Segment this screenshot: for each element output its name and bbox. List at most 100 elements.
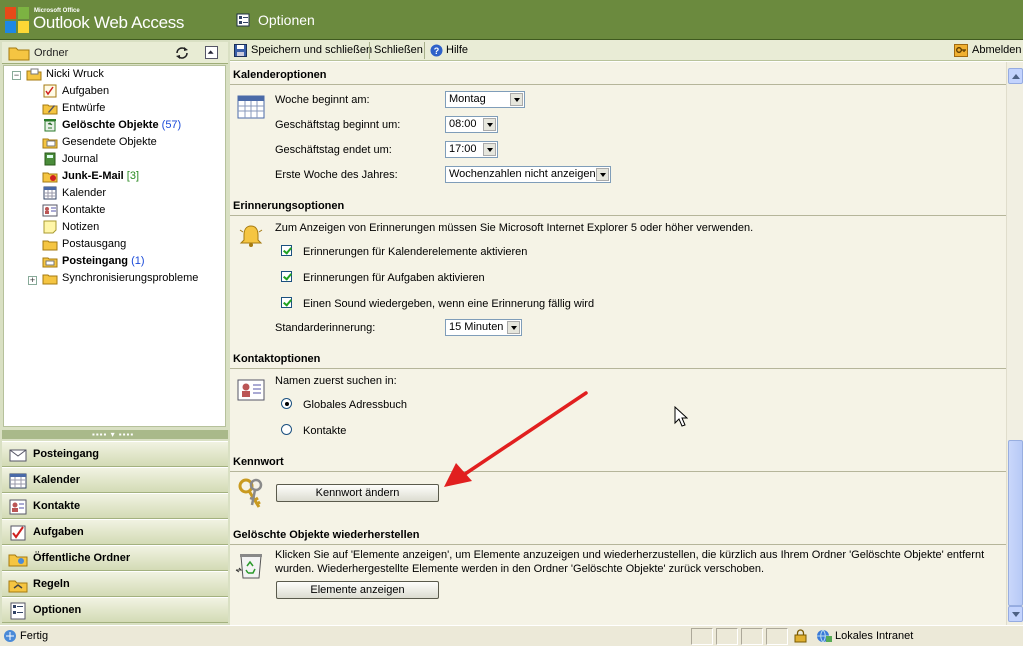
close-button[interactable]: Schließen (374, 42, 423, 59)
pane-splitter[interactable]: ▪▪▪▪ ▾ ▪▪▪▪ (2, 430, 228, 439)
collapse-tree-icon[interactable]: − (12, 71, 21, 80)
toolbar-divider (424, 42, 425, 59)
play-sound-checkbox[interactable] (281, 297, 292, 308)
day-end-value: 17:00 (449, 143, 477, 155)
outbox-icon (42, 240, 58, 251)
unread-count: (1) (131, 255, 145, 267)
folder-icon (8, 47, 30, 61)
play-sound-label: Einen Sound wiedergeben, wenn eine Erinn… (303, 298, 595, 310)
day-end-select[interactable]: 17:00 (445, 141, 498, 158)
recover-text-2: wurden. Wiederhergestellte Elemente werd… (275, 563, 765, 575)
nav-oeffentliche-ordner[interactable]: Öffentliche Ordner (2, 545, 228, 571)
default-reminder-select[interactable]: 15 Minuten (445, 319, 522, 336)
unread-count: [3] (126, 170, 140, 182)
nav-label: Posteingang (33, 448, 100, 460)
chevron-down-icon (483, 143, 496, 156)
first-week-value: Wochenzahlen nicht anzeigen (449, 168, 596, 180)
task-reminders-label: Erinnerungen für Aufgaben aktivieren (303, 272, 485, 284)
chevron-down-icon (596, 168, 609, 181)
content-scrollbar[interactable] (1006, 62, 1023, 625)
expand-tree-icon[interactable]: + (28, 276, 37, 285)
calendar-icon (43, 186, 57, 200)
folder-label: Posteingang (62, 255, 129, 267)
folder-label: Synchronisierungsprobleme (62, 272, 199, 284)
contact-card-icon (237, 379, 265, 401)
options-content: Kalenderoptionen Woche beginnt am: Monta… (230, 62, 1006, 625)
day-start-select[interactable]: 08:00 (445, 116, 498, 133)
app-header: Microsoft Office Outlook Web Access Opti… (0, 0, 1023, 40)
folder-label: Aufgaben (62, 85, 110, 97)
section-divider (230, 368, 1006, 369)
page-title: Optionen (258, 12, 315, 28)
nav-label: Kalender (33, 474, 81, 486)
nav-label: Kontakte (33, 500, 81, 512)
collapse-pane-icon[interactable] (205, 46, 218, 59)
nav-label: Öffentliche Ordner (33, 552, 131, 564)
first-week-select[interactable]: Wochenzahlen nicht anzeigen (445, 166, 611, 183)
folder-label: Gelöschte Objekte (62, 119, 159, 131)
week-start-value: Montag (449, 93, 486, 105)
security-zone-text: Lokales Intranet (835, 630, 914, 642)
mailbox-icon (26, 68, 42, 81)
status-cell (691, 628, 713, 645)
section-title-contacts: Kontaktoptionen (233, 353, 321, 365)
change-password-label: Kennwort ändern (315, 487, 400, 499)
inbox-icon (9, 449, 27, 462)
contacts-radio[interactable] (281, 424, 292, 435)
day-end-label: Geschäftstag endet um: (275, 144, 392, 156)
lock-icon (794, 629, 807, 643)
week-start-label: Woche beginnt am: (275, 94, 370, 106)
tasks-icon (10, 525, 26, 541)
show-items-label: Elemente anzeigen (310, 584, 405, 596)
reminders-note: Zum Anzeigen von Erinnerungen müssen Sie… (275, 222, 754, 234)
help-icon: ? (430, 44, 443, 57)
scroll-down-icon[interactable] (1008, 606, 1023, 622)
save-icon (234, 44, 247, 57)
folder-label: Kontakte (62, 204, 106, 216)
notes-icon (43, 220, 57, 234)
options-icon (10, 602, 26, 620)
folder-pane-title: Ordner (34, 47, 69, 59)
nav-aufgaben[interactable]: Aufgaben (2, 519, 228, 545)
bell-icon (239, 225, 263, 247)
task-reminders-checkbox[interactable] (281, 271, 292, 282)
scroll-up-icon[interactable] (1008, 68, 1023, 84)
section-title-password: Kennwort (233, 456, 284, 468)
scroll-thumb[interactable] (1008, 440, 1023, 606)
section-divider (230, 544, 1006, 545)
folder-tree: − Nicki Wruck Aufgaben Entwürfe Gelöscht… (3, 65, 226, 427)
show-items-button[interactable]: Elemente anzeigen (276, 581, 439, 599)
nav-kontakte[interactable]: Kontakte (2, 493, 228, 519)
help-label: Hilfe (446, 44, 469, 56)
toolbar-divider (369, 42, 370, 59)
gal-radio[interactable] (281, 398, 292, 409)
folder-label: Kalender (62, 187, 107, 199)
nav-regeln[interactable]: Regeln (2, 571, 228, 597)
default-reminder-value: 15 Minuten (449, 321, 504, 333)
tasks-icon (43, 84, 57, 98)
calendar-reminders-checkbox[interactable] (281, 245, 292, 256)
splitter-grip-icon: ▪▪▪▪ ▾ ▪▪▪▪ (92, 430, 135, 439)
status-bar: Fertig Lokales Intranet (0, 625, 1023, 646)
options-icon (236, 13, 250, 27)
inbox-icon (42, 257, 58, 268)
save-and-close-label: Speichern und schließen (251, 44, 373, 56)
nav-posteingang[interactable]: Posteingang (2, 441, 228, 467)
deleted-items-icon (44, 119, 56, 132)
public-folders-icon (8, 554, 28, 567)
week-start-select[interactable]: Montag (445, 91, 525, 108)
nav-label: Regeln (33, 578, 70, 590)
folder-label: Notizen (62, 221, 100, 233)
close-label: Schließen (374, 44, 423, 56)
logout-label: Abmelden (972, 44, 1022, 56)
change-password-button[interactable]: Kennwort ändern (276, 484, 439, 502)
mouse-cursor-icon (674, 406, 688, 427)
folder-label: Postausgang (62, 238, 127, 250)
folder-label: Gesendete Objekte (62, 136, 157, 148)
folder-pane-header: Ordner (2, 42, 228, 64)
nav-optionen[interactable]: Optionen (2, 597, 228, 623)
contacts-icon (42, 204, 58, 217)
refresh-icon[interactable] (173, 45, 191, 61)
nav-kalender[interactable]: Kalender (2, 467, 228, 493)
nav-label: Aufgaben (33, 526, 84, 538)
